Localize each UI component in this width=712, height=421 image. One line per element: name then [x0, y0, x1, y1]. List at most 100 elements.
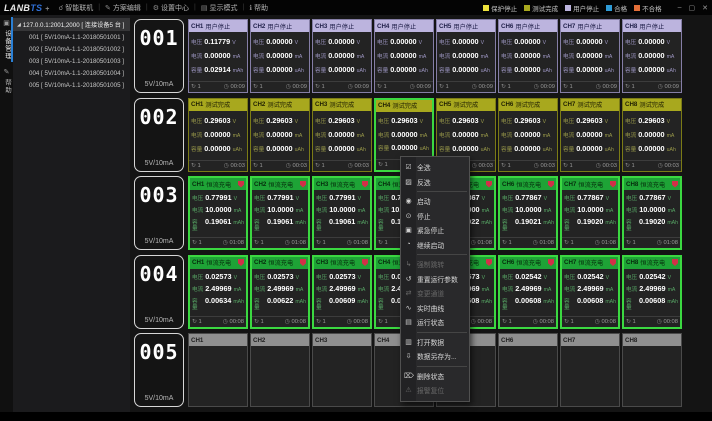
context-menu-item-停止[interactable]: ⊙停止: [401, 209, 469, 224]
channel-card-header: CH8测试完成: [623, 99, 681, 111]
channel-card-001-CH4[interactable]: CH4用户停止电压0.00000V电流0.00000mA容量0.00000uAh…: [374, 19, 434, 93]
channel-card-001-CH8[interactable]: CH8用户停止电压0.00000V电流0.00000mA容量0.00000uAh…: [622, 19, 682, 93]
field-capacity: 容量0.00000uAh: [625, 66, 679, 75]
legend-label: 用户停止: [573, 3, 599, 13]
context-menu-item-继续启动[interactable]: ◔继续启动: [401, 238, 469, 253]
device-tile-002[interactable]: 0025V/10mA: [134, 98, 184, 172]
channel-card-001-CH5[interactable]: CH5用户停止电压0.00000V电流0.00000mA容量0.00000uAh…: [436, 19, 496, 93]
channel-card-002-CH6[interactable]: CH6测试完成电压0.29603V电流0.00000mA容量0.00000uAh…: [498, 98, 558, 172]
channel-card-footer: ↻ 1◷ 00:09: [375, 81, 433, 92]
channel-card-003-CH8[interactable]: CH8恒流充电电压0.77867V电流10.0000mA容量0.19020mAh…: [622, 176, 682, 250]
field-voltage: 电压0.77991V: [192, 194, 244, 203]
menu-设置中心[interactable]: ⚙设置中心: [150, 3, 192, 13]
context-menu-item-运行状态[interactable]: ▤运行状态: [401, 315, 469, 330]
field-unit: V: [358, 197, 361, 202]
channel-card-footer: ↻ 1◷ 01:08: [562, 237, 618, 248]
channel-card-003-CH1[interactable]: CH1恒流充电电压0.77991V电流10.0000mA容量0.19061mAh…: [188, 176, 248, 250]
channel-card-003-CH6[interactable]: CH6恒流充电电压0.77867V电流10.0000mA容量0.19021mAh…: [498, 176, 558, 250]
channel-card-005-CH6[interactable]: CH6: [498, 333, 558, 407]
context-menu-item-打开数据[interactable]: ▥打开数据: [401, 335, 469, 350]
close-button[interactable]: ✕: [702, 4, 708, 12]
channel-card-002-CH7[interactable]: CH7测试完成电压0.29603V电流0.00000mA容量0.00000uAh…: [560, 98, 620, 172]
field-label: 电流: [502, 288, 513, 294]
context-menu-item-启动[interactable]: ◉启动: [401, 194, 469, 209]
device-tile-005[interactable]: 0055V/10mA: [134, 333, 184, 407]
context-menu-item-反选[interactable]: ▨反选: [401, 175, 469, 190]
channel-card-005-CH8[interactable]: CH8: [622, 333, 682, 407]
channel-card-001-CH7[interactable]: CH7用户停止电压0.00000V电流0.00000mA容量0.00000uAh…: [560, 19, 620, 93]
channel-card-003-CH2[interactable]: CH2恒流充电电压0.77991V电流10.0000mA容量0.19061mAh…: [250, 176, 310, 250]
context-menu-label: 变更通道: [417, 288, 444, 298]
tree-item-device[interactable]: 001 [ 5V/10mA-1.1-20180501001 ]: [13, 31, 130, 43]
field-voltage: 电压0.29603V: [191, 117, 245, 126]
context-menu-separator: [417, 366, 467, 367]
field-label: 容量: [316, 221, 327, 232]
channel-card-001-CH1[interactable]: CH1用户停止电压0.11779V电流0.00000mA容量0.02914mAh…: [188, 19, 248, 93]
context-menu-item-重置运行参数[interactable]: ↺重置运行参数: [401, 272, 469, 287]
device-tile-001[interactable]: 0015V/10mA: [134, 19, 184, 93]
channel-card-005-CH2[interactable]: CH2: [250, 333, 310, 407]
field-value: 0.02542: [639, 273, 665, 280]
field-label: 容量: [501, 69, 512, 75]
field-unit: V: [232, 41, 235, 46]
channel-card-005-CH1[interactable]: CH1: [188, 333, 248, 407]
channel-card-001-CH6[interactable]: CH6用户停止电压0.00000V电流0.00000mA容量0.00000uAh…: [498, 19, 558, 93]
side-tab-帮助[interactable]: ✎帮助: [0, 64, 13, 98]
channel-card-004-CH3[interactable]: CH3恒流充电电压0.02573V电流2.49969mA容量0.00609mAh…: [312, 255, 372, 329]
channel-state-label: 用户停止: [453, 22, 478, 31]
field-unit: mAh: [357, 221, 368, 226]
field-label: 电压: [563, 120, 574, 126]
side-tab-设备管理[interactable]: ▣设备管理: [0, 15, 13, 64]
protection-shield-icon: [610, 181, 616, 188]
field-value: 0.00000: [391, 131, 417, 138]
channel-card-body: 电压0.29603V电流0.00000mA容量0.00000uAh: [251, 111, 309, 160]
context-menu-item-紧急停止[interactable]: ▣紧急停止: [401, 223, 469, 238]
cycle-value: 1: [383, 84, 386, 90]
context-menu-item-实时曲线[interactable]: ∿实时曲线: [401, 301, 469, 316]
field-label: 容量: [192, 221, 203, 232]
channel-card-001-CH2[interactable]: CH2用户停止电压0.00000V电流0.00000mA容量0.00000uAh…: [250, 19, 310, 93]
channel-name: CH6: [501, 101, 513, 108]
time-value: 00:03: [540, 163, 555, 169]
channel-card-002-CH8[interactable]: CH8测试完成电压0.29603V电流0.00000mA容量0.00000uAh…: [622, 98, 682, 172]
tree-item-device[interactable]: 002 [ 5V/10mA-1.1-20180501002 ]: [13, 43, 130, 55]
field-label: 电压: [625, 120, 636, 126]
channel-card-005-CH7[interactable]: CH7: [560, 333, 620, 407]
channel-card-002-CH3[interactable]: CH3测试完成电压0.29603V电流0.00000mA容量0.00000uAh…: [312, 98, 372, 172]
device-tree-root[interactable]: ◢ 127.0.0.1:2001,2000 [ 连接设备5 台 ]: [13, 18, 130, 31]
channel-card-footer: ↻ 1◷ 01:08: [252, 237, 308, 248]
tree-item-device[interactable]: 005 [ 5V/10mA-1.1-20180501005 ]: [13, 79, 130, 91]
context-menu-item-数据另存为[interactable]: ⇩数据另存为...: [401, 349, 469, 364]
channel-card-004-CH6[interactable]: CH6恒流充电电压0.02542V电流2.49969mA容量0.00608mAh…: [498, 255, 558, 329]
channel-state-label: 恒流充电: [206, 258, 231, 267]
menu-label: 设置中心: [161, 3, 189, 13]
cycle-count: ↻ 1: [316, 319, 326, 325]
menu-智能联机[interactable]: ☌智能联机: [56, 3, 97, 13]
menu-方案编辑[interactable]: ✎方案编辑: [102, 3, 144, 13]
channel-card-001-CH3[interactable]: CH3用户停止电压0.00000V电流0.00000mA容量0.00000uAh…: [312, 19, 372, 93]
context-menu-item-删除状态[interactable]: ⌦删除状态: [401, 369, 469, 384]
field-label: 电流: [439, 55, 450, 61]
channel-card-004-CH1[interactable]: CH1恒流充电电压0.02573V电流2.49969mA容量0.00634mAh…: [188, 255, 248, 329]
field-unit: V: [667, 120, 670, 125]
channel-card-005-CH3[interactable]: CH3: [312, 333, 372, 407]
channel-card-004-CH7[interactable]: CH7恒流充电电压0.02542V电流2.49969mA容量0.00608mAh…: [560, 255, 620, 329]
device-tile-004[interactable]: 0045V/10mA: [134, 255, 184, 329]
tree-expand-icon[interactable]: ◢: [17, 22, 21, 28]
channel-card-004-CH2[interactable]: CH2恒流充电电压0.02573V电流2.49969mA容量0.00622mAh…: [250, 255, 310, 329]
field-value: 0.00000: [576, 131, 602, 138]
channel-card-004-CH8[interactable]: CH8恒流充电电压0.02542V电流2.49969mA容量0.00608mAh…: [622, 255, 682, 329]
minimize-button[interactable]: –: [678, 4, 682, 11]
channel-card-002-CH2[interactable]: CH2测试完成电压0.29603V电流0.00000mA容量0.00000uAh…: [250, 98, 310, 172]
channel-card-002-CH1[interactable]: CH1测试完成电压0.29603V电流0.00000mA容量0.00000uAh…: [188, 98, 248, 172]
channel-name: CH3: [315, 23, 327, 30]
tree-item-device[interactable]: 003 [ 5V/10mA-1.1-20180501003 ]: [13, 55, 130, 67]
channel-card-003-CH7[interactable]: CH7恒流充电电压0.77867V电流10.0000mA容量0.19020mAh…: [560, 176, 620, 250]
channel-card-003-CH3[interactable]: CH3恒流充电电压0.77991V电流10.0000mA容量0.19061mAh…: [312, 176, 372, 250]
menu-帮助[interactable]: ℹ帮助: [246, 3, 271, 13]
device-tile-003[interactable]: 0035V/10mA: [134, 176, 184, 250]
tree-item-device[interactable]: 004 [ 5V/10mA-1.1-20180501004 ]: [13, 67, 130, 79]
menu-显示模式[interactable]: ▤显示模式: [198, 3, 241, 13]
context-menu-item-全选[interactable]: ☑全选: [401, 160, 469, 175]
maximize-button[interactable]: ▢: [689, 4, 696, 12]
